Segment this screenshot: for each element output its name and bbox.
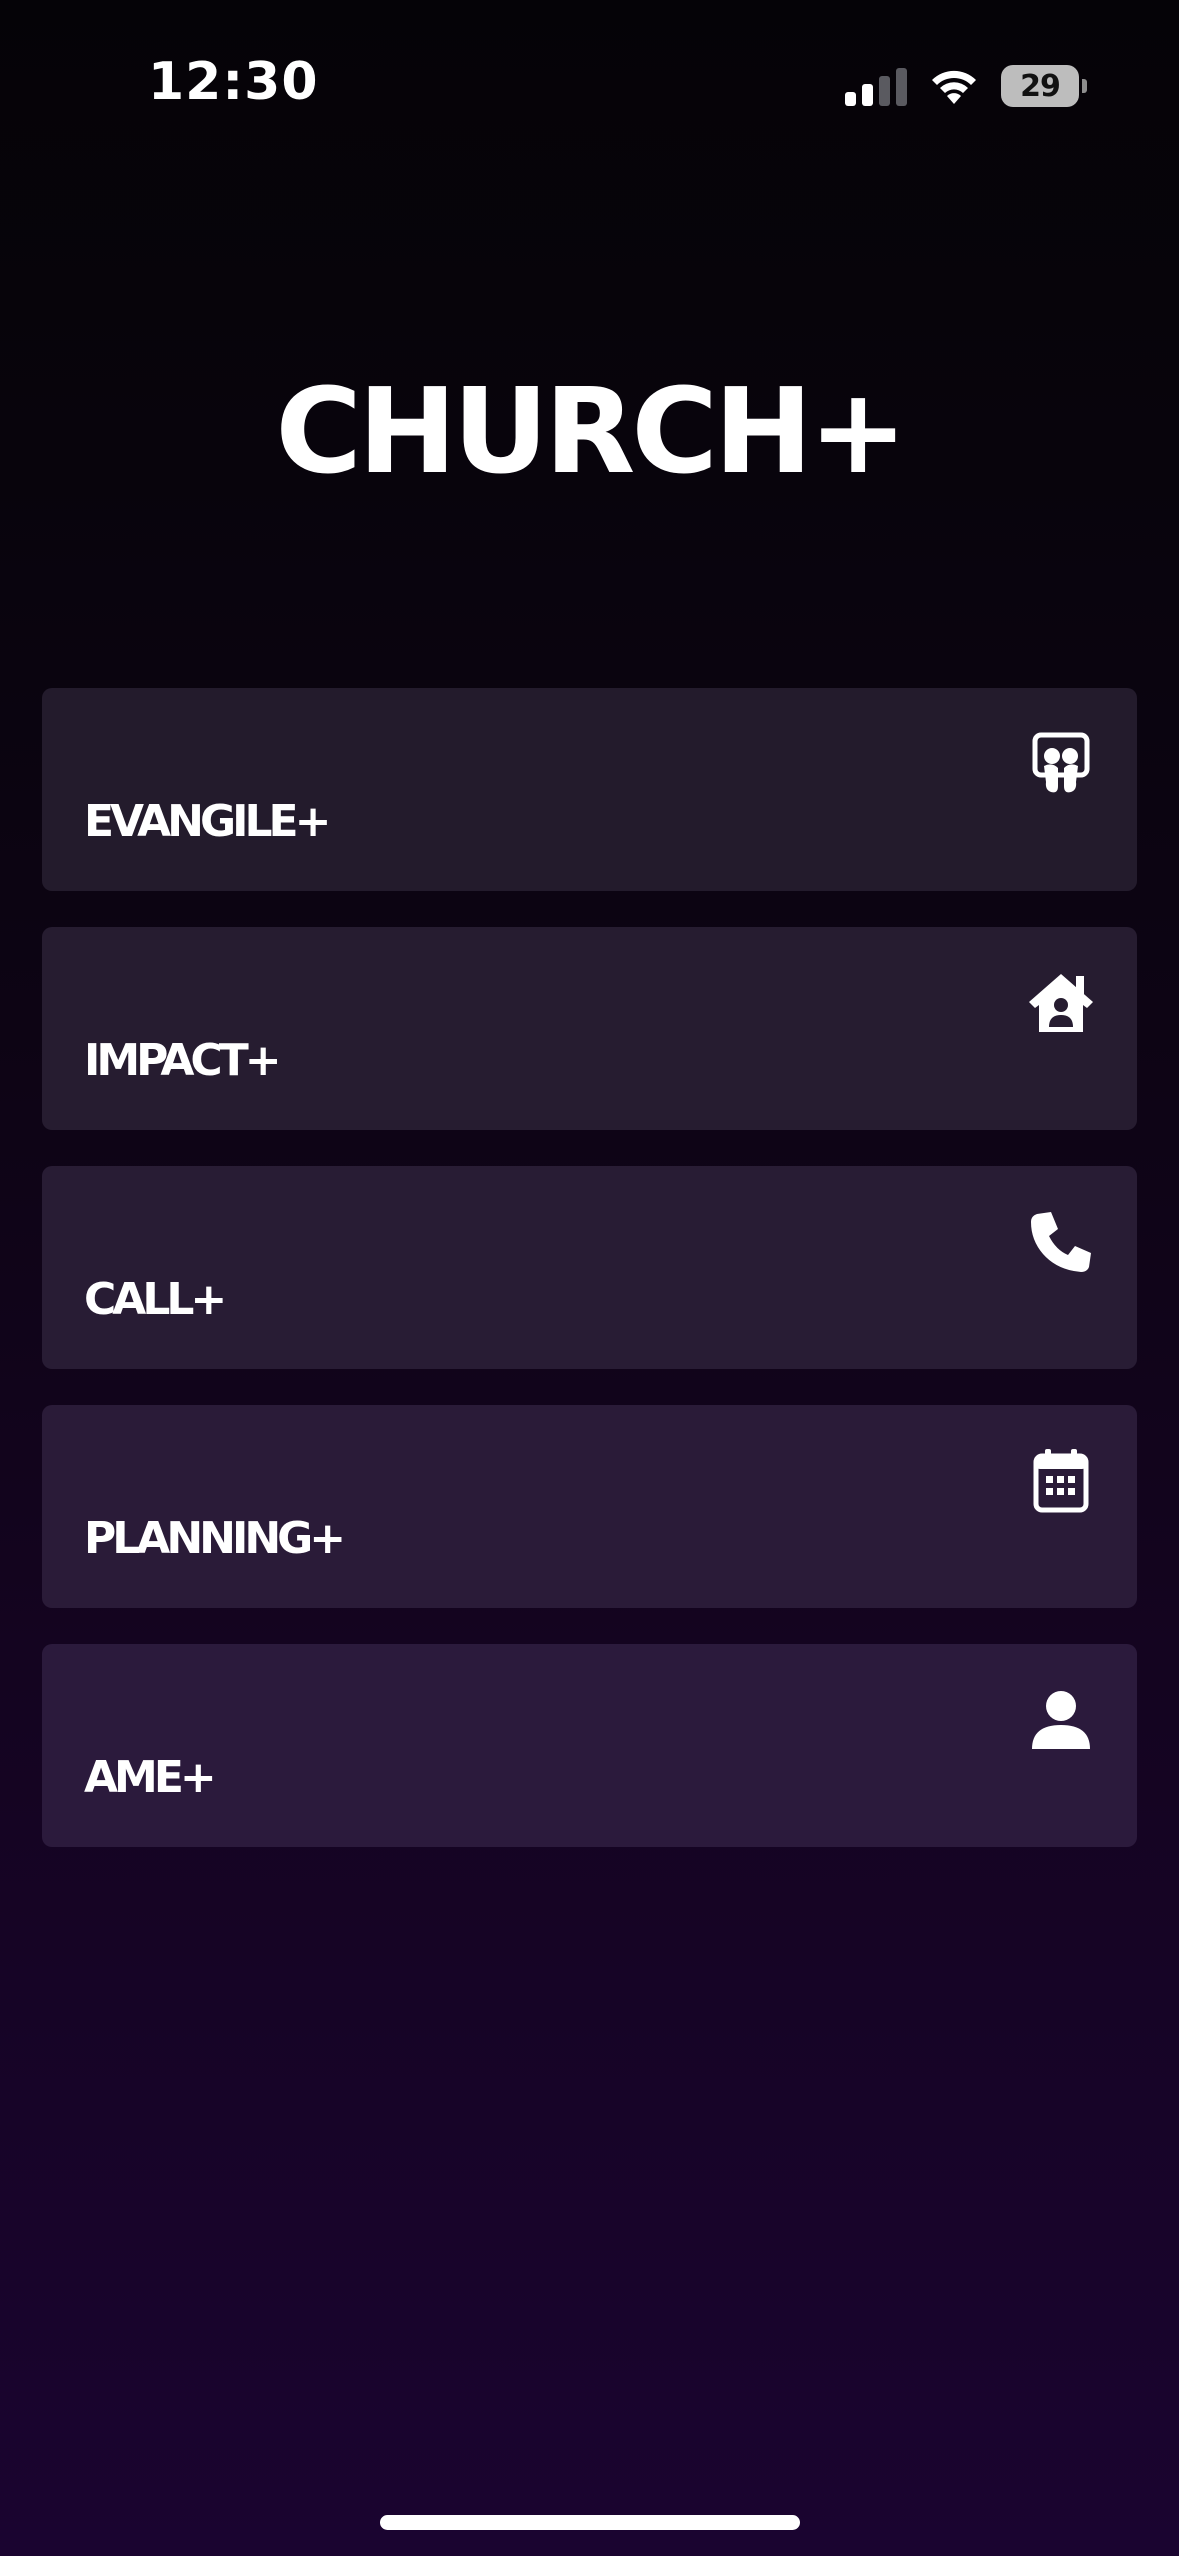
status-icons: 29 [845,62,1087,110]
menu-item-label: EVANGILE+ [84,796,331,847]
main-menu: EVANGILE+ IMPACT+ CALL+ PLANNING+ AME+ [42,688,1137,1883]
calendar-icon [1027,1447,1095,1515]
status-bar: 12:30 29 [0,0,1179,170]
battery-icon: 29 [1001,65,1087,107]
home-indicator[interactable] [380,2515,800,2530]
menu-item-impact[interactable]: IMPACT+ [42,927,1137,1130]
menu-item-call[interactable]: CALL+ [42,1166,1137,1369]
app-title: CHURCH+ [275,362,907,500]
menu-item-label: IMPACT+ [84,1035,282,1086]
wifi-icon [929,67,979,105]
menu-item-planning[interactable]: PLANNING+ [42,1405,1137,1608]
status-time: 12:30 [148,52,319,112]
menu-item-evangile[interactable]: EVANGILE+ [42,688,1137,891]
menu-item-label: CALL+ [84,1274,227,1325]
menu-item-label: AME+ [84,1752,217,1803]
phone-icon [1027,1208,1095,1276]
menu-item-ame[interactable]: AME+ [42,1644,1137,1847]
menu-item-label: PLANNING+ [84,1513,346,1564]
house-user-icon [1027,969,1095,1037]
user-icon [1027,1686,1095,1754]
slideshare-icon [1027,730,1095,798]
battery-level: 29 [1020,68,1061,104]
cellular-signal-icon [845,66,907,106]
app-screen: 12:30 29 CHURCH+ EVANGILE+ IMPACT+ CALL+… [0,0,1179,2556]
